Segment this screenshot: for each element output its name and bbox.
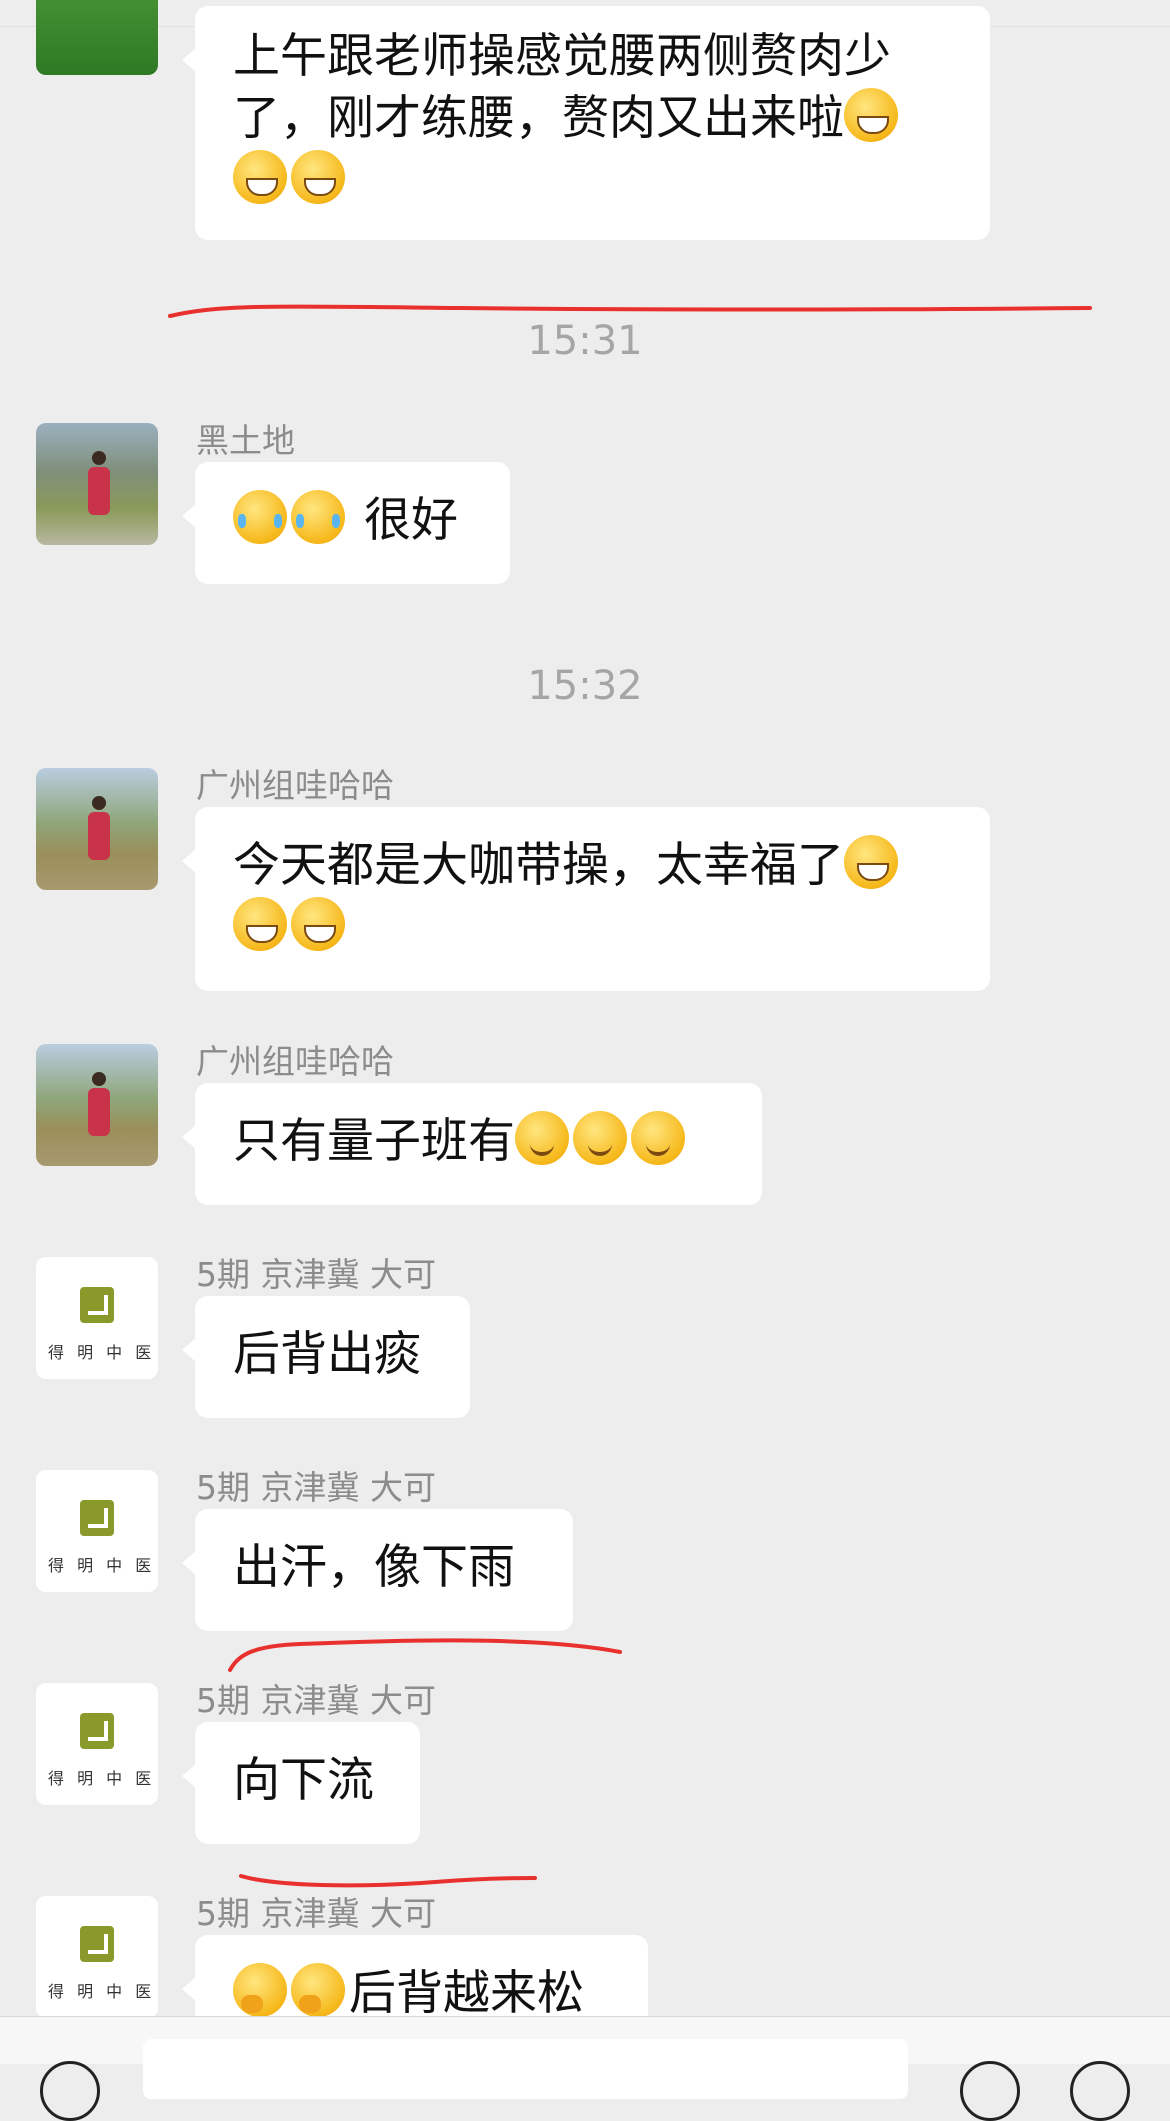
logo-text: 得 明 中 医 [48, 1343, 156, 1362]
message-text: 后背越来松 [349, 1966, 584, 2021]
logo-icon [80, 1287, 114, 1323]
logo-icon [80, 1713, 114, 1749]
voice-icon[interactable] [40, 2061, 100, 2121]
message-text: 后背出痰 [233, 1327, 421, 1382]
avatar[interactable]: 得 明 中 医 [36, 1896, 158, 2018]
grin-emoji [233, 897, 287, 951]
message-text: 上午跟老师操感觉腰两侧赘肉少了，刚才练腰，赘肉又出来啦 [233, 29, 891, 146]
avatar-figure [88, 796, 110, 860]
message-input[interactable] [143, 2039, 908, 2099]
avatar[interactable] [36, 768, 158, 890]
emoji-icon[interactable] [960, 2061, 1020, 2121]
logo-text: 得 明 中 医 [48, 1556, 156, 1575]
laugh-cry-emoji [233, 150, 287, 204]
thinking-emoji [233, 1963, 287, 2017]
avatar[interactable] [36, 423, 158, 545]
sender-name: 广州组哇哈哈 [196, 1042, 394, 1081]
message-bubble[interactable]: 后背出痰 [182, 1296, 470, 1418]
logo-icon [80, 1926, 114, 1962]
avatar[interactable]: 得 明 中 医 [36, 1683, 158, 1805]
message-text: 出汗，像下雨 [233, 1540, 515, 1595]
laugh-cry-emoji [844, 88, 898, 142]
grin-emoji [291, 897, 345, 951]
message-bubble[interactable]: 很好 [182, 462, 510, 584]
logo-text: 得 明 中 医 [48, 1769, 156, 1788]
message-bubble[interactable]: 上午跟老师操感觉腰两侧赘肉少了，刚才练腰，赘肉又出来啦 [182, 6, 990, 240]
smirk-emoji [515, 1111, 569, 1165]
message-bubble[interactable]: 今天都是大咖带操，太幸福了 [182, 807, 990, 991]
timestamp: 15:31 [527, 318, 643, 364]
message-text: 向下流 [233, 1753, 374, 1808]
tears-emoji [233, 490, 287, 544]
message-bubble[interactable]: 向下流 [182, 1722, 420, 1844]
laugh-cry-emoji [291, 150, 345, 204]
sender-name: 5期 京津冀 大可 [196, 1468, 436, 1507]
message-text: 很好 [363, 493, 458, 548]
sender-name: 5期 京津冀 大可 [196, 1681, 436, 1720]
message-bubble[interactable]: 只有量子班有 [182, 1083, 762, 1205]
annotation-underline [228, 1638, 622, 1672]
tears-emoji [291, 490, 345, 544]
sender-name: 黑土地 [196, 421, 295, 460]
logo-text: 得 明 中 医 [48, 1982, 156, 2001]
sender-name: 广州组哇哈哈 [196, 766, 394, 805]
sender-name: 5期 京津冀 大可 [196, 1894, 436, 1933]
avatar[interactable] [36, 0, 158, 75]
avatar[interactable]: 得 明 中 医 [36, 1470, 158, 1592]
thinking-emoji [291, 1963, 345, 2017]
message-text: 今天都是大咖带操，太幸福了 [233, 838, 844, 893]
logo-icon [80, 1500, 114, 1536]
sender-name: 5期 京津冀 大可 [196, 1255, 436, 1294]
input-bar [0, 2016, 1170, 2121]
message-text: 只有量子班有 [233, 1114, 515, 1169]
avatar[interactable] [36, 1044, 158, 1166]
add-icon[interactable] [1070, 2061, 1130, 2121]
avatar[interactable]: 得 明 中 医 [36, 1257, 158, 1379]
avatar-figure [88, 451, 110, 515]
avatar-figure [88, 1072, 110, 1136]
grin-emoji [844, 835, 898, 889]
smirk-emoji [631, 1111, 685, 1165]
timestamp: 15:32 [527, 663, 643, 709]
message-bubble[interactable]: 出汗，像下雨 [182, 1509, 573, 1631]
smirk-emoji [573, 1111, 627, 1165]
